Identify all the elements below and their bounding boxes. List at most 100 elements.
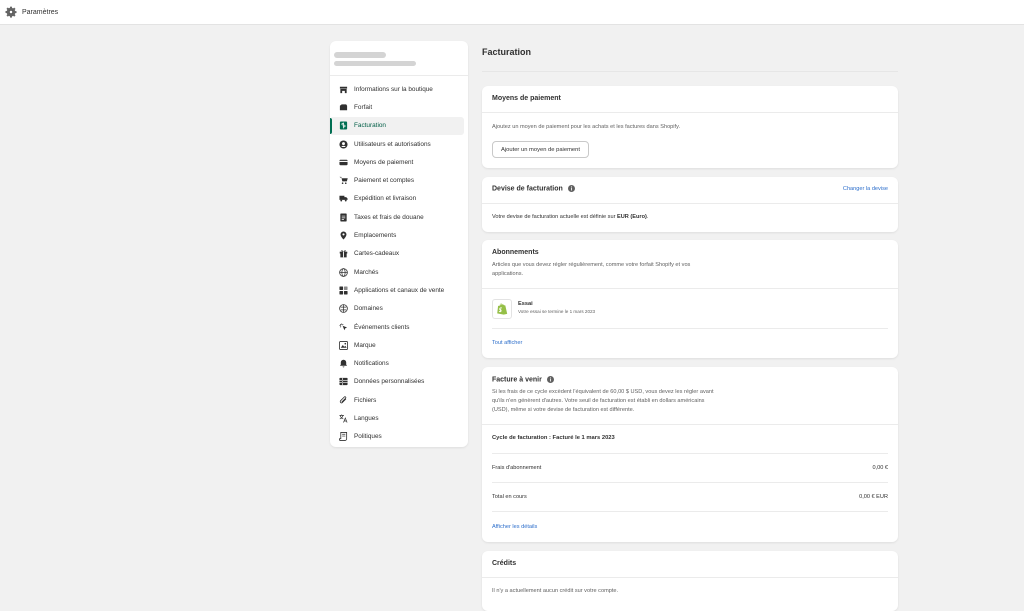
- sidebar-item-paperclip[interactable]: Fichiers: [330, 391, 468, 409]
- divider: [492, 482, 888, 483]
- sidebar-item-language[interactable]: Langues: [330, 409, 468, 427]
- main-header: Facturation: [482, 41, 898, 73]
- sidebar-item-label: Marchés: [354, 268, 379, 276]
- divider: [492, 328, 888, 329]
- gear-icon: [5, 6, 17, 18]
- view-details-link[interactable]: Afficher les détails: [492, 524, 537, 530]
- store-url-placeholder: [334, 61, 416, 66]
- sidebar-item-user[interactable]: Utilisateurs et autorisations: [330, 135, 468, 153]
- add-payment-method-button[interactable]: Ajouter un moyen de paiement: [492, 141, 589, 158]
- sidebar-item-label: Informations sur la boutique: [354, 85, 433, 93]
- card-title-text: Devise de facturation: [492, 185, 563, 193]
- divider: [482, 577, 898, 578]
- sidebar-item-label: Langues: [354, 414, 379, 422]
- store-info-placeholder[interactable]: [330, 41, 468, 76]
- divider: [492, 511, 888, 512]
- sidebar-item-label: Domaines: [354, 305, 383, 313]
- cursor-icon: [338, 322, 348, 332]
- divider: [482, 424, 898, 425]
- card-description-line-1: Articles que vous devez régler régulière…: [492, 262, 691, 268]
- card-description-line-2: applications.: [492, 271, 524, 277]
- change-currency-link[interactable]: Changer la devise: [843, 186, 888, 192]
- sidebar-item-policy[interactable]: Politiques: [330, 428, 468, 446]
- upcoming-invoice-card: Facture à venir Si les frais de ce cycle…: [482, 367, 898, 542]
- credits-description: Il n'y a actuellement aucun crédit sur v…: [492, 588, 619, 594]
- language-icon: [338, 413, 348, 423]
- currency-text: Votre devise de facturation actuelle est…: [492, 214, 648, 220]
- shopify-logo-icon: [492, 299, 512, 319]
- divider: [482, 112, 898, 113]
- truck-icon: [338, 194, 348, 204]
- currency-text-prefix: Votre devise de facturation actuelle est…: [492, 214, 618, 220]
- card-description: Ajoutez un moyen de paiement pour les ac…: [492, 124, 681, 130]
- user-icon: [338, 139, 348, 149]
- currency-value: EUR (Euro): [617, 214, 647, 220]
- subscription-subtitle: Votre essai se termine le 1 mars 2023: [518, 309, 596, 314]
- sidebar-item-location[interactable]: Emplacements: [330, 226, 468, 244]
- gift-icon: [338, 249, 348, 259]
- divider: [482, 71, 898, 72]
- plan-icon: [338, 102, 348, 112]
- policy-icon: [338, 432, 348, 442]
- sidebar-item-checkout[interactable]: Paiement et comptes: [330, 171, 468, 189]
- running-total-value: 0,00 € EUR: [859, 494, 888, 500]
- sidebar-item-label: Notifications: [354, 360, 389, 368]
- paperclip-icon: [338, 395, 348, 405]
- page-header-title: Paramètres: [22, 8, 59, 16]
- subscription-fee-value: 0,00 €: [872, 465, 888, 471]
- divider: [492, 453, 888, 454]
- sidebar-item-label: Paiement et comptes: [354, 177, 415, 185]
- store-icon: [338, 84, 348, 94]
- divider: [482, 288, 898, 289]
- sidebar-item-label: Expédition et livraison: [354, 195, 417, 203]
- payment-icon: [338, 157, 348, 167]
- checkout-icon: [338, 176, 348, 186]
- subscription-title: Essai: [518, 301, 533, 307]
- sidebar-item-label: Taxes et frais de douane: [354, 213, 424, 221]
- sidebar-item-billing[interactable]: Facturation: [330, 116, 464, 135]
- sidebar-item-label: Moyens de paiement: [354, 158, 414, 166]
- sidebar-item-label: Marque: [354, 341, 376, 349]
- info-icon[interactable]: [567, 185, 575, 192]
- sidebar-item-truck[interactable]: Expédition et livraison: [330, 190, 468, 208]
- sidebar-item-plan[interactable]: Forfait: [330, 98, 468, 116]
- sidebar-item-brand[interactable]: Marque: [330, 336, 468, 354]
- sidebar-item-store[interactable]: Informations sur la boutique: [330, 80, 468, 98]
- billing-cycle: Cycle de facturation : Facturé le 1 mars…: [492, 435, 615, 441]
- sidebar-item-domain[interactable]: Domaines: [330, 300, 468, 318]
- running-total-label: Total en cours: [492, 494, 527, 500]
- sidebar-item-label: Applications et canaux de vente: [354, 286, 445, 294]
- payment-methods-card: Moyens de paiement Ajoutez un moyen de p…: [482, 86, 898, 168]
- sidebar-item-apps[interactable]: Applications et canaux de vente: [330, 281, 468, 299]
- sidebar-item-label: Politiques: [354, 433, 382, 441]
- card-title: Crédits: [492, 560, 517, 567]
- bell-icon: [338, 359, 348, 369]
- sidebar-item-data[interactable]: Données personnalisées: [330, 373, 468, 391]
- top-bar: Paramètres: [0, 0, 1024, 25]
- sidebar-item-label: Cartes-cadeaux: [354, 250, 400, 258]
- view-all-link[interactable]: Tout afficher: [492, 340, 522, 346]
- sidebar-item-tax[interactable]: Taxes et frais de douane: [330, 208, 468, 226]
- currency-text-suffix: .: [646, 214, 649, 220]
- sidebar-item-globe[interactable]: Marchés: [330, 263, 468, 281]
- apps-icon: [338, 285, 348, 295]
- sidebar-item-label: Fichiers: [354, 396, 377, 404]
- page-title: Facturation: [482, 47, 532, 57]
- domain-icon: [338, 304, 348, 314]
- sidebar-item-label: Emplacements: [354, 232, 397, 240]
- sidebar-item-label: Forfait: [354, 103, 373, 111]
- card-title: Devise de facturation: [492, 185, 575, 192]
- sidebar-item-cursor[interactable]: Événements clients: [330, 318, 468, 336]
- globe-icon: [338, 267, 348, 277]
- card-title: Abonnements: [492, 249, 539, 256]
- info-icon[interactable]: [546, 376, 554, 383]
- sidebar-item-gift[interactable]: Cartes-cadeaux: [330, 245, 468, 263]
- card-title: Facture à venir: [492, 376, 554, 383]
- sidebar-item-label: Événements clients: [354, 323, 410, 331]
- card-title: Moyens de paiement: [492, 95, 561, 102]
- divider: [482, 203, 898, 204]
- sidebar-item-payment[interactable]: Moyens de paiement: [330, 153, 468, 171]
- tax-icon: [338, 212, 348, 222]
- sidebar-item-bell[interactable]: Notifications: [330, 354, 468, 372]
- subscription-fee-label: Frais d'abonnement: [492, 465, 542, 471]
